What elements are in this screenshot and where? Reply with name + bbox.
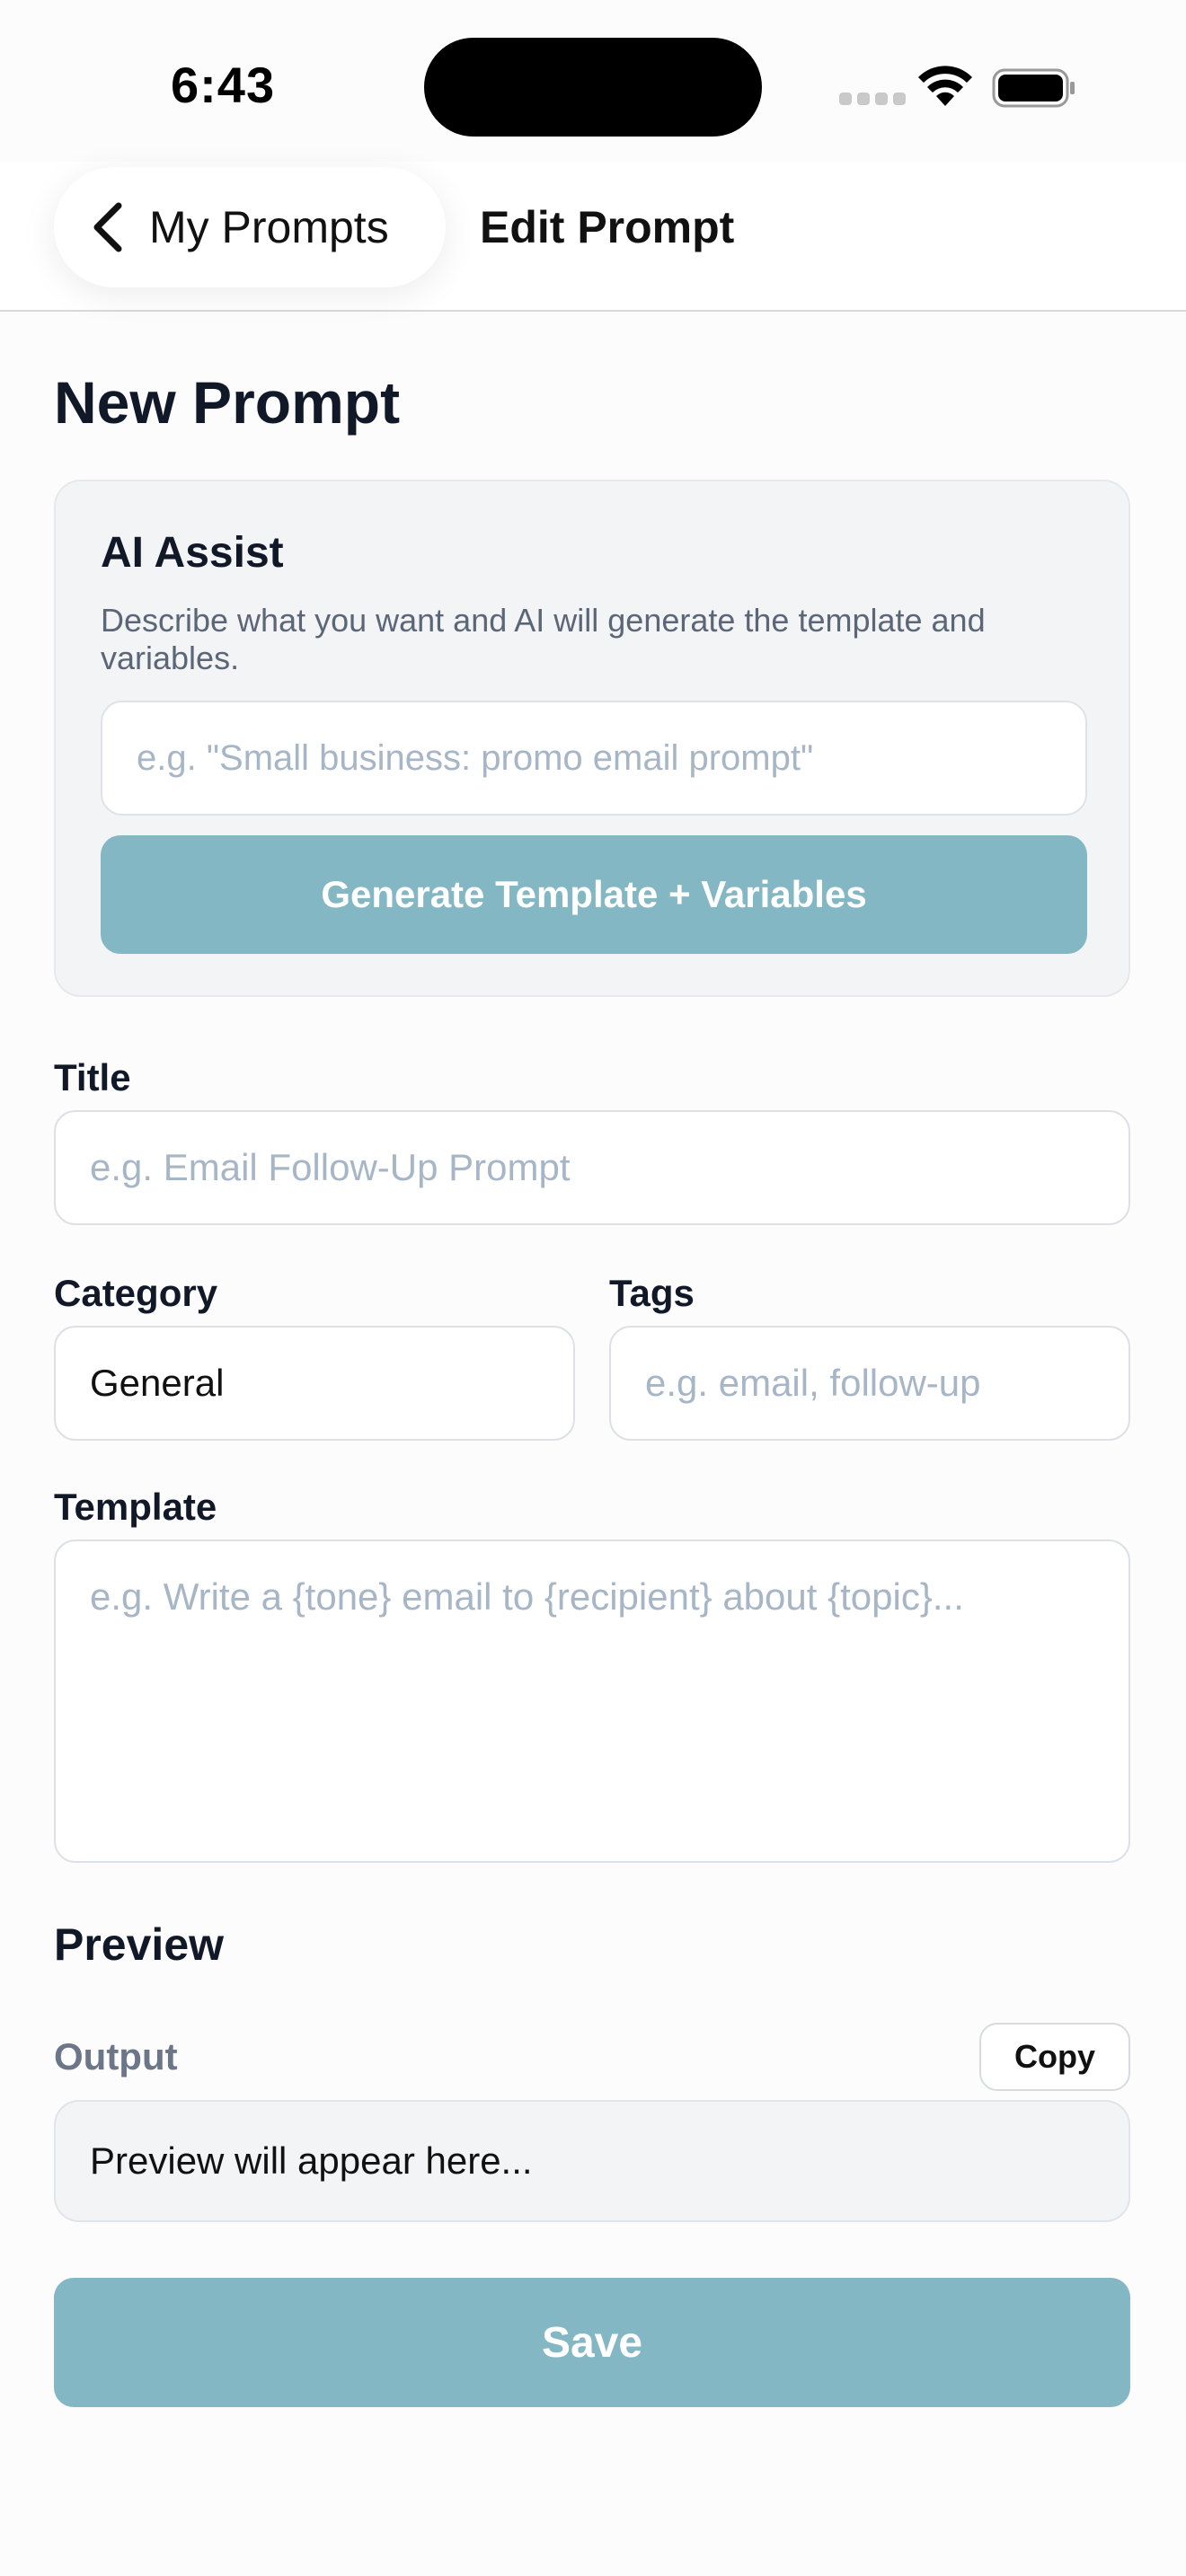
preview-output: Preview will appear here... <box>54 2100 1130 2222</box>
title-input[interactable] <box>54 1110 1130 1225</box>
output-label: Output <box>54 2035 178 2078</box>
save-button[interactable]: Save <box>54 2278 1130 2407</box>
template-textarea[interactable] <box>54 1539 1130 1863</box>
battery-icon <box>992 68 1075 108</box>
preview-heading: Preview <box>54 1919 225 1970</box>
copy-button[interactable]: Copy <box>979 2023 1130 2091</box>
ai-assist-card: AI Assist Describe what you want and AI … <box>54 480 1130 997</box>
generate-template-button[interactable]: Generate Template + Variables <box>101 835 1087 954</box>
status-bar: 6:43 <box>0 0 1186 162</box>
template-label: Template <box>54 1486 217 1528</box>
preview-output-text: Preview will appear here... <box>90 2139 533 2182</box>
tags-input[interactable] <box>609 1326 1130 1441</box>
ai-assist-title: AI Assist <box>101 529 284 577</box>
title-label: Title <box>54 1056 131 1098</box>
chevron-left-icon <box>93 202 122 252</box>
navigation-bar: My Prompts Edit Prompt <box>0 162 1186 312</box>
category-label: Category <box>54 1272 218 1314</box>
back-button[interactable]: My Prompts <box>54 167 446 287</box>
dynamic-island <box>424 38 762 137</box>
ai-assist-input[interactable] <box>101 701 1087 816</box>
category-input[interactable] <box>54 1326 575 1441</box>
ai-assist-description: Describe what you want and AI will gener… <box>101 602 986 676</box>
page-title: New Prompt <box>54 369 401 436</box>
wifi-icon <box>918 66 972 106</box>
back-button-label: My Prompts <box>149 202 389 252</box>
tags-label: Tags <box>609 1272 695 1314</box>
cellular-signal-icon <box>839 93 906 105</box>
nav-title: Edit Prompt <box>480 202 735 252</box>
status-time: 6:43 <box>171 57 276 113</box>
